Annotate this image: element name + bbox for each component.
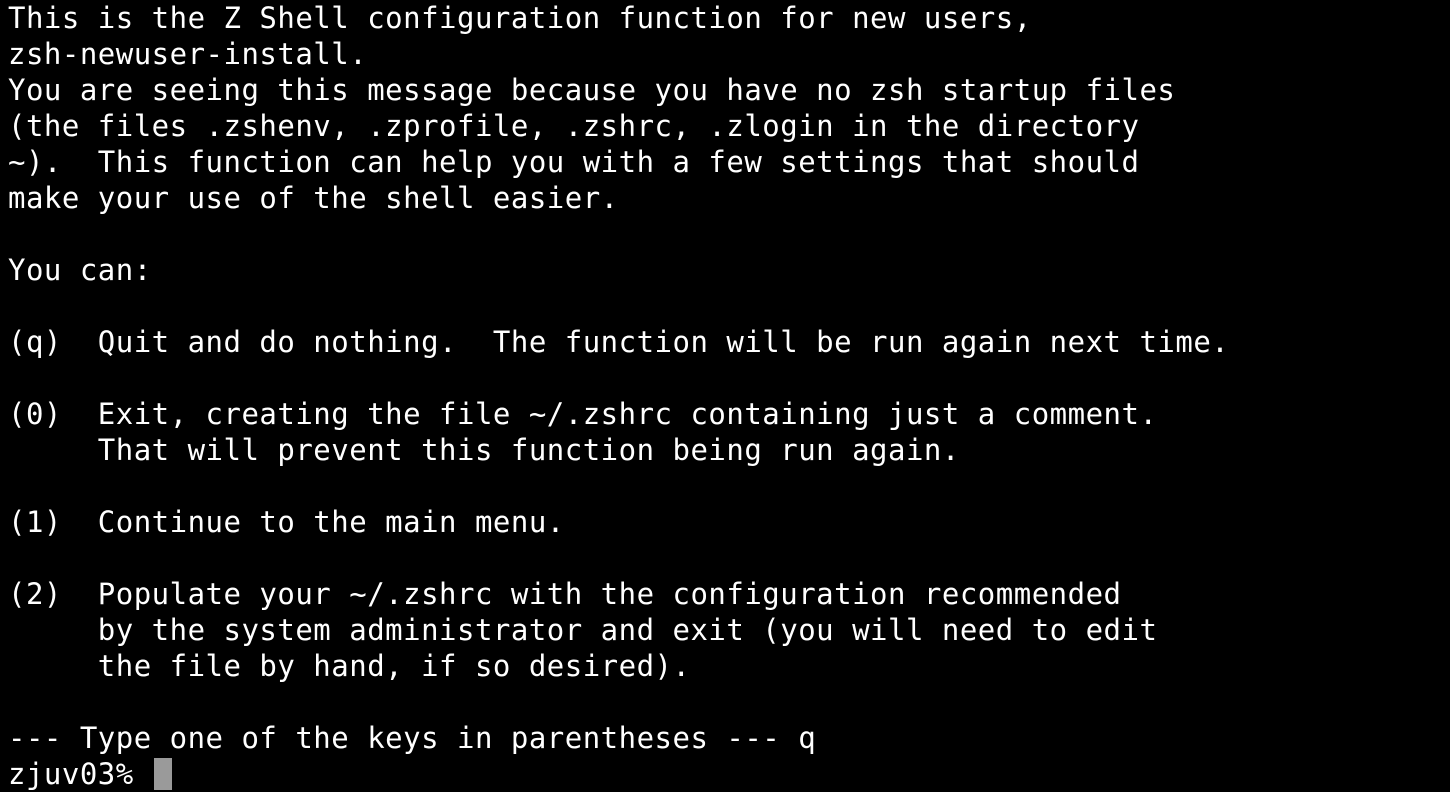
text-cursor (153, 758, 172, 790)
output-line-20 (8, 684, 1450, 720)
output-line-3: You are seeing this message because you … (8, 73, 1176, 107)
option-1-line: (1) Continue to the main menu. (8, 505, 565, 539)
output-line-14 (8, 468, 1450, 504)
output-line-1: This is the Z Shell configuration functi… (8, 1, 1032, 35)
option-0-line: (0) Exit, creating the file ~/.zshrc con… (8, 397, 1158, 431)
prompt-line[interactable]: zjuv03% (8, 756, 1450, 792)
output-line-7 (8, 216, 1450, 252)
option-2-line-3: the file by hand, if so desired). (8, 649, 691, 683)
terminal-window[interactable]: This is the Z Shell configuration functi… (0, 0, 1450, 792)
output-line-11 (8, 360, 1450, 396)
type-keys-line: --- Type one of the keys in parentheses … (8, 721, 817, 755)
option-q-line: (q) Quit and do nothing. The function wi… (8, 325, 1230, 359)
output-line-9 (8, 288, 1450, 324)
option-2-line: (2) Populate your ~/.zshrc with the conf… (8, 577, 1122, 611)
output-line-4: (the files .zshenv, .zprofile, .zshrc, .… (8, 109, 1140, 143)
output-line-8: You can: (8, 253, 152, 287)
option-2-line-2: by the system administrator and exit (yo… (8, 613, 1158, 647)
output-line-16 (8, 540, 1450, 576)
option-0-line-2: That will prevent this function being ru… (8, 433, 960, 467)
output-line-2: zsh-newuser-install. (8, 37, 368, 71)
output-line-5: ~). This function can help you with a fe… (8, 145, 1140, 179)
output-line-6: make your use of the shell easier. (8, 181, 619, 215)
shell-prompt: zjuv03% (8, 757, 152, 791)
